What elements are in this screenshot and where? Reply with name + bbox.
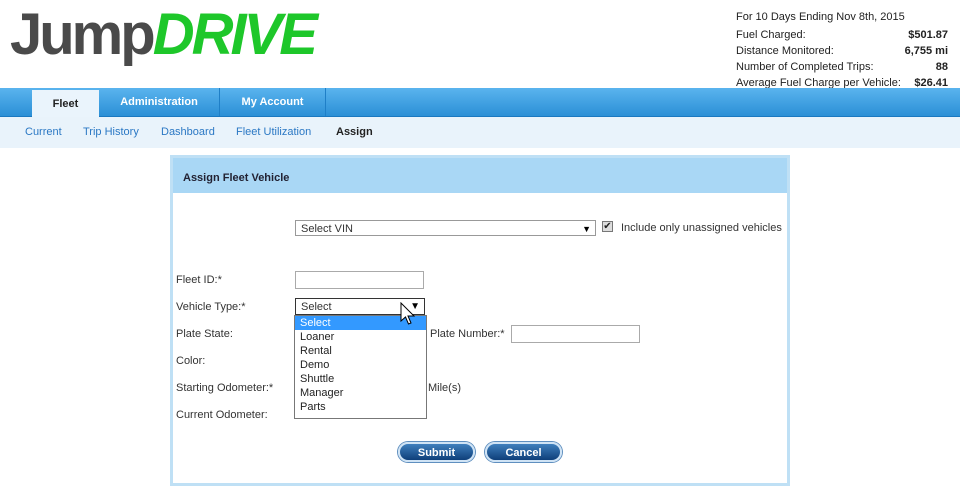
sub-nav: Current Trip History Dashboard Fleet Uti… <box>0 117 960 148</box>
plate-number-input[interactable] <box>511 325 640 343</box>
unassigned-only-label: Include only unassigned vehicles <box>621 222 782 234</box>
miles-unit-label: Mile(s) <box>428 382 461 394</box>
vehicle-type-option[interactable]: Rental <box>295 344 426 358</box>
vin-select[interactable]: Select VIN ▼ <box>295 220 596 236</box>
stat-label: Fuel Charged: <box>736 29 806 41</box>
mouse-pointer-icon <box>400 302 416 325</box>
dropdown-arrow-icon: ▼ <box>582 224 591 234</box>
assign-fleet-vehicle-panel: Assign Fleet Vehicle <box>170 155 790 486</box>
subtab-assign[interactable]: Assign <box>336 126 373 138</box>
fleet-stats-summary: For 10 Days Ending Nov 8th, 2015 Fuel Ch… <box>736 9 948 91</box>
stat-completed-trips: Number of Completed Trips: 88 <box>736 59 948 75</box>
panel-header: Assign Fleet Vehicle <box>173 158 787 193</box>
jumpdrive-logo: JumpDRIVE <box>10 6 318 64</box>
vehicle-type-dropdown-list: Select Loaner Rental Demo Shuttle Manage… <box>294 315 427 419</box>
logo-text-drive: DRIVE <box>152 2 318 67</box>
subtab-trip-history[interactable]: Trip History <box>83 126 139 138</box>
stats-period: For 10 Days Ending Nov 8th, 2015 <box>736 11 905 23</box>
vehicle-type-option[interactable]: Demo <box>295 358 426 372</box>
starting-odometer-label: Starting Odometer:* <box>176 382 274 394</box>
current-odometer-label: Current Odometer: <box>176 409 268 421</box>
vehicle-type-option[interactable]: Loaner <box>295 330 426 344</box>
vin-select-value: Select VIN <box>301 223 353 235</box>
main-nav: Fleet Administration My Account <box>0 88 960 117</box>
plate-number-label: Plate Number:* <box>430 328 505 340</box>
stat-distance-monitored: Distance Monitored: 6,755 mi <box>736 43 948 59</box>
stat-label: Distance Monitored: <box>736 45 834 57</box>
vehicle-type-option[interactable]: Parts <box>295 400 426 414</box>
logo-text-jump: Jump <box>10 2 156 67</box>
panel-title: Assign Fleet Vehicle <box>183 172 290 184</box>
tab-my-account[interactable]: My Account <box>220 88 326 116</box>
vehicle-type-option[interactable]: Shuttle <box>295 372 426 386</box>
cancel-button[interactable]: Cancel <box>485 442 562 462</box>
subtab-dashboard[interactable]: Dashboard <box>161 126 215 138</box>
plate-state-label: Plate State: <box>176 328 233 340</box>
color-label: Color: <box>176 355 206 367</box>
tab-fleet[interactable]: Fleet <box>32 90 99 117</box>
subtab-fleet-utilization[interactable]: Fleet Utilization <box>236 126 311 138</box>
fleet-id-label: Fleet ID:* <box>176 274 222 286</box>
tab-administration[interactable]: Administration <box>99 88 220 116</box>
stat-fuel-charged: Fuel Charged: $501.87 <box>736 27 948 43</box>
vehicle-type-option[interactable]: Manager <box>295 386 426 400</box>
checkmark-icon: ✔ <box>603 221 612 232</box>
unassigned-only-checkbox[interactable]: ✔ <box>602 221 613 232</box>
stat-value: 88 <box>935 61 948 73</box>
stat-value: 6,755 mi <box>904 45 948 57</box>
stat-value: $501.87 <box>908 29 948 41</box>
vehicle-type-label: Vehicle Type:* <box>176 301 246 313</box>
vehicle-type-value: Select <box>301 301 332 313</box>
subtab-current[interactable]: Current <box>25 126 62 138</box>
stat-label: Number of Completed Trips: <box>736 61 874 73</box>
submit-button[interactable]: Submit <box>398 442 475 462</box>
fleet-id-input[interactable] <box>295 271 424 289</box>
